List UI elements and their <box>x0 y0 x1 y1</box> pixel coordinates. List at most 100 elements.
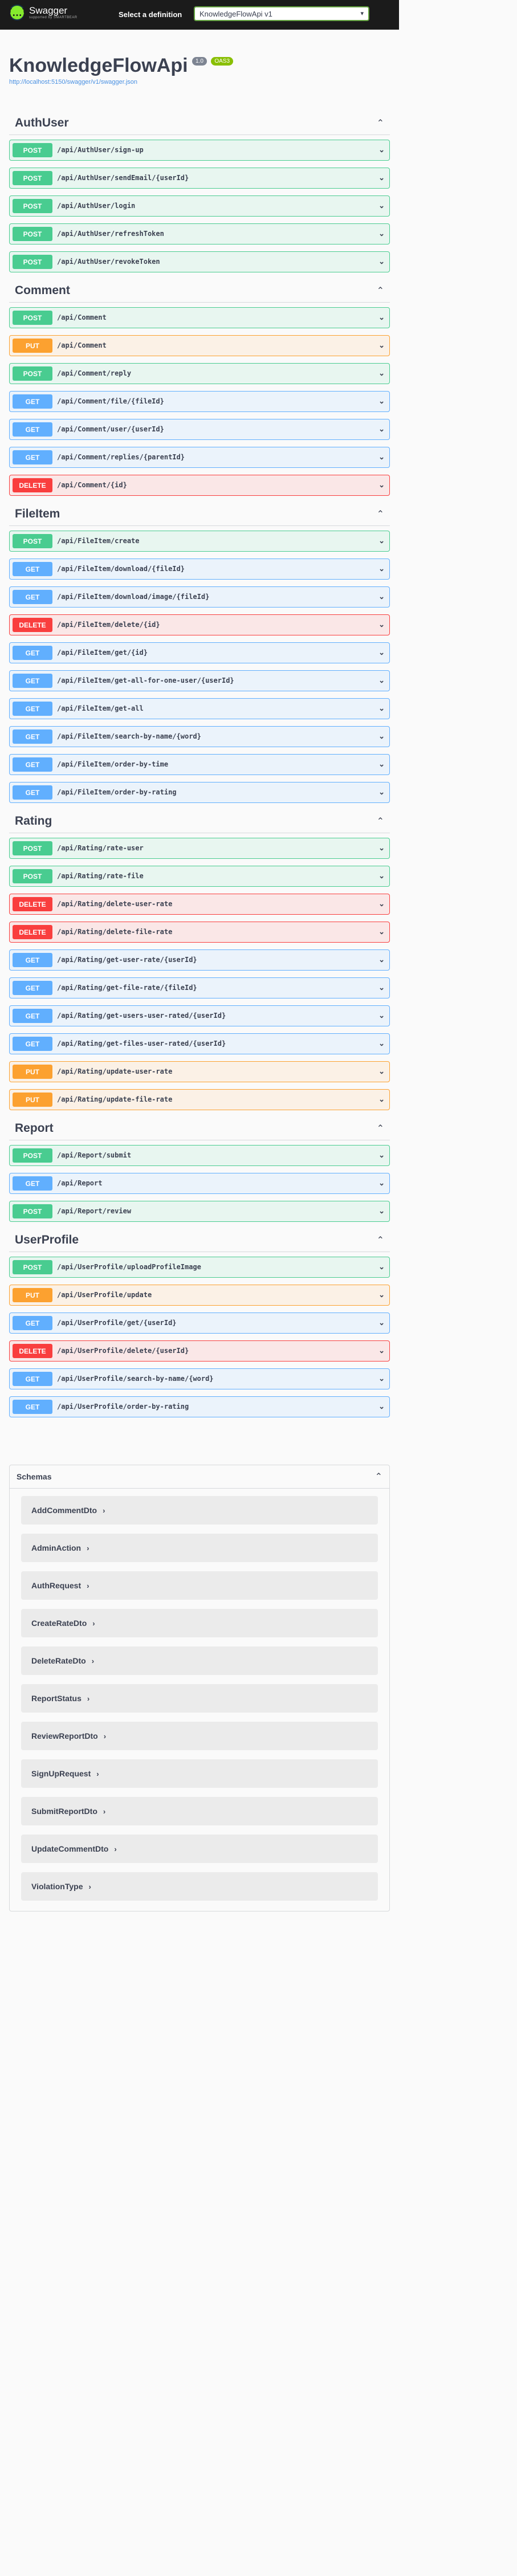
schema-item[interactable]: DeleteRateDto › <box>21 1646 378 1675</box>
chevron-down-icon[interactable]: ⌄ <box>378 927 385 936</box>
chevron-down-icon[interactable]: ⌄ <box>378 760 385 769</box>
schema-item[interactable]: ReviewReportDto › <box>21 1722 378 1750</box>
chevron-down-icon[interactable]: ⌄ <box>378 1151 385 1160</box>
schema-item[interactable]: AddCommentDto › <box>21 1496 378 1525</box>
chevron-down-icon[interactable]: ⌄ <box>378 1095 385 1104</box>
chevron-down-icon[interactable]: ⌄ <box>378 1290 385 1299</box>
chevron-up-icon[interactable]: ⌃ <box>377 1123 384 1134</box>
chevron-up-icon[interactable]: ⌃ <box>377 816 384 827</box>
operation-row[interactable]: POST/api/UserProfile/uploadProfileImage ⌄ <box>9 1257 390 1278</box>
operation-row[interactable]: PUT/api/Rating/update-file-rate ⌄ <box>9 1089 390 1110</box>
operation-row[interactable]: POST/api/Report/review ⌄ <box>9 1201 390 1222</box>
chevron-down-icon[interactable]: ⌄ <box>378 369 385 378</box>
tag-header[interactable]: Rating ⌃ <box>9 810 390 833</box>
chevron-down-icon[interactable]: ⌄ <box>378 453 385 462</box>
chevron-down-icon[interactable]: ⌄ <box>378 676 385 685</box>
tag-header[interactable]: UserProfile ⌃ <box>9 1229 390 1252</box>
schema-item[interactable]: CreateRateDto › <box>21 1609 378 1637</box>
chevron-up-icon[interactable]: ⌃ <box>377 117 384 129</box>
chevron-down-icon[interactable]: ⌄ <box>378 1318 385 1327</box>
operation-row[interactable]: GET/api/Comment/user/{userId} ⌄ <box>9 419 390 440</box>
chevron-down-icon[interactable]: ⌄ <box>378 313 385 322</box>
operation-row[interactable]: POST/api/Report/submit ⌄ <box>9 1145 390 1166</box>
chevron-up-icon[interactable]: ⌃ <box>377 285 384 296</box>
chevron-down-icon[interactable]: ⌄ <box>378 257 385 266</box>
schema-item[interactable]: AuthRequest › <box>21 1571 378 1600</box>
chevron-down-icon[interactable]: ⌄ <box>378 397 385 406</box>
chevron-down-icon[interactable]: ⌄ <box>378 592 385 601</box>
operation-row[interactable]: GET/api/Comment/replies/{parentId} ⌄ <box>9 447 390 468</box>
spec-url-link[interactable]: http://localhost:5150/swagger/v1/swagger… <box>9 79 233 85</box>
chevron-down-icon[interactable]: ⌄ <box>378 704 385 713</box>
chevron-down-icon[interactable]: ⌄ <box>378 1262 385 1271</box>
chevron-down-icon[interactable]: ⌄ <box>378 1374 385 1383</box>
operation-row[interactable]: GET/api/FileItem/get/{id} ⌄ <box>9 642 390 663</box>
chevron-down-icon[interactable]: ⌄ <box>378 871 385 881</box>
chevron-down-icon[interactable]: ⌄ <box>378 341 385 350</box>
operation-row[interactable]: GET/api/UserProfile/search-by-name/{word… <box>9 1368 390 1389</box>
schema-item[interactable]: AdminAction › <box>21 1534 378 1562</box>
schema-item[interactable]: SubmitReportDto › <box>21 1797 378 1825</box>
chevron-down-icon[interactable]: ⌄ <box>378 1346 385 1355</box>
operation-row[interactable]: DELETE/api/Rating/delete-file-rate ⌄ <box>9 922 390 943</box>
operation-row[interactable]: POST/api/Comment ⌄ <box>9 307 390 328</box>
operation-row[interactable]: GET/api/Comment/file/{fileId} ⌄ <box>9 391 390 412</box>
chevron-up-icon[interactable]: ⌃ <box>375 1471 382 1482</box>
operation-row[interactable]: GET/api/FileItem/download/{fileId} ⌄ <box>9 559 390 580</box>
chevron-down-icon[interactable]: ⌄ <box>378 425 385 434</box>
chevron-down-icon[interactable]: ⌄ <box>378 564 385 573</box>
chevron-down-icon[interactable]: ⌄ <box>378 173 385 182</box>
schema-item[interactable]: ViolationType › <box>21 1872 378 1901</box>
chevron-down-icon[interactable]: ⌄ <box>378 955 385 964</box>
chevron-up-icon[interactable]: ⌃ <box>377 508 384 520</box>
operation-row[interactable]: GET/api/FileItem/order-by-rating ⌄ <box>9 782 390 803</box>
tag-header[interactable]: AuthUser ⌃ <box>9 112 390 135</box>
chevron-down-icon[interactable]: ⌄ <box>378 1011 385 1020</box>
chevron-down-icon[interactable]: ⌄ <box>378 843 385 853</box>
chevron-down-icon[interactable]: ⌄ <box>378 1402 385 1411</box>
operation-row[interactable]: DELETE/api/Rating/delete-user-rate ⌄ <box>9 894 390 915</box>
operation-row[interactable]: POST/api/Comment/reply ⌄ <box>9 363 390 384</box>
operation-row[interactable]: PUT/api/Rating/update-user-rate ⌄ <box>9 1061 390 1082</box>
swagger-logo[interactable]: {…} Swagger supported by SMARTBEAR <box>8 5 78 21</box>
operation-row[interactable]: PUT/api/UserProfile/update ⌄ <box>9 1285 390 1306</box>
chevron-down-icon[interactable]: ⌄ <box>378 983 385 992</box>
definition-select[interactable]: KnowledgeFlowApi v1 ▾ <box>194 6 369 21</box>
operation-row[interactable]: POST/api/AuthUser/refreshToken ⌄ <box>9 223 390 244</box>
operation-row[interactable]: GET/api/FileItem/download/image/{fileId}… <box>9 586 390 608</box>
operation-row[interactable]: DELETE/api/FileItem/delete/{id} ⌄ <box>9 614 390 635</box>
chevron-down-icon[interactable]: ⌄ <box>378 1179 385 1188</box>
chevron-down-icon[interactable]: ⌄ <box>378 536 385 545</box>
tag-header[interactable]: Comment ⌃ <box>9 279 390 303</box>
chevron-down-icon[interactable]: ⌄ <box>378 899 385 908</box>
operation-row[interactable]: GET/api/Rating/get-files-user-rated/{use… <box>9 1033 390 1054</box>
operation-row[interactable]: POST/api/AuthUser/revokeToken ⌄ <box>9 251 390 272</box>
operation-row[interactable]: POST/api/Rating/rate-file ⌄ <box>9 866 390 887</box>
operation-row[interactable]: GET/api/UserProfile/order-by-rating ⌄ <box>9 1396 390 1417</box>
operation-row[interactable]: GET/api/UserProfile/get/{userId} ⌄ <box>9 1313 390 1334</box>
operation-row[interactable]: POST/api/AuthUser/sendEmail/{userId} ⌄ <box>9 168 390 189</box>
chevron-up-icon[interactable]: ⌃ <box>377 1234 384 1246</box>
chevron-down-icon[interactable]: ⌄ <box>378 1067 385 1076</box>
operation-row[interactable]: DELETE/api/UserProfile/delete/{userId} ⌄ <box>9 1340 390 1362</box>
operation-row[interactable]: POST/api/AuthUser/login ⌄ <box>9 195 390 217</box>
chevron-down-icon[interactable]: ⌄ <box>378 620 385 629</box>
schema-item[interactable]: UpdateCommentDto › <box>21 1835 378 1863</box>
operation-row[interactable]: DELETE/api/Comment/{id} ⌄ <box>9 475 390 496</box>
chevron-down-icon[interactable]: ⌄ <box>378 1207 385 1216</box>
operation-row[interactable]: POST/api/FileItem/create ⌄ <box>9 531 390 552</box>
operation-row[interactable]: GET/api/Rating/get-users-user-rated/{use… <box>9 1005 390 1026</box>
operation-row[interactable]: GET/api/FileItem/get-all ⌄ <box>9 698 390 719</box>
chevron-down-icon[interactable]: ⌄ <box>378 1039 385 1048</box>
operation-row[interactable]: GET/api/FileItem/get-all-for-one-user/{u… <box>9 670 390 691</box>
chevron-down-icon[interactable]: ⌄ <box>378 145 385 154</box>
operation-row[interactable]: GET/api/Rating/get-user-rate/{userId} ⌄ <box>9 949 390 971</box>
chevron-down-icon[interactable]: ⌄ <box>378 732 385 741</box>
operation-row[interactable]: POST/api/Rating/rate-user ⌄ <box>9 838 390 859</box>
schema-item[interactable]: SignUpRequest › <box>21 1759 378 1788</box>
chevron-down-icon[interactable]: ⌄ <box>378 480 385 490</box>
operation-row[interactable]: GET/api/FileItem/order-by-time ⌄ <box>9 754 390 775</box>
chevron-down-icon[interactable]: ⌄ <box>378 201 385 210</box>
schemas-header[interactable]: Schemas ⌃ <box>10 1465 389 1489</box>
operation-row[interactable]: GET/api/Rating/get-file-rate/{fileId} ⌄ <box>9 977 390 998</box>
